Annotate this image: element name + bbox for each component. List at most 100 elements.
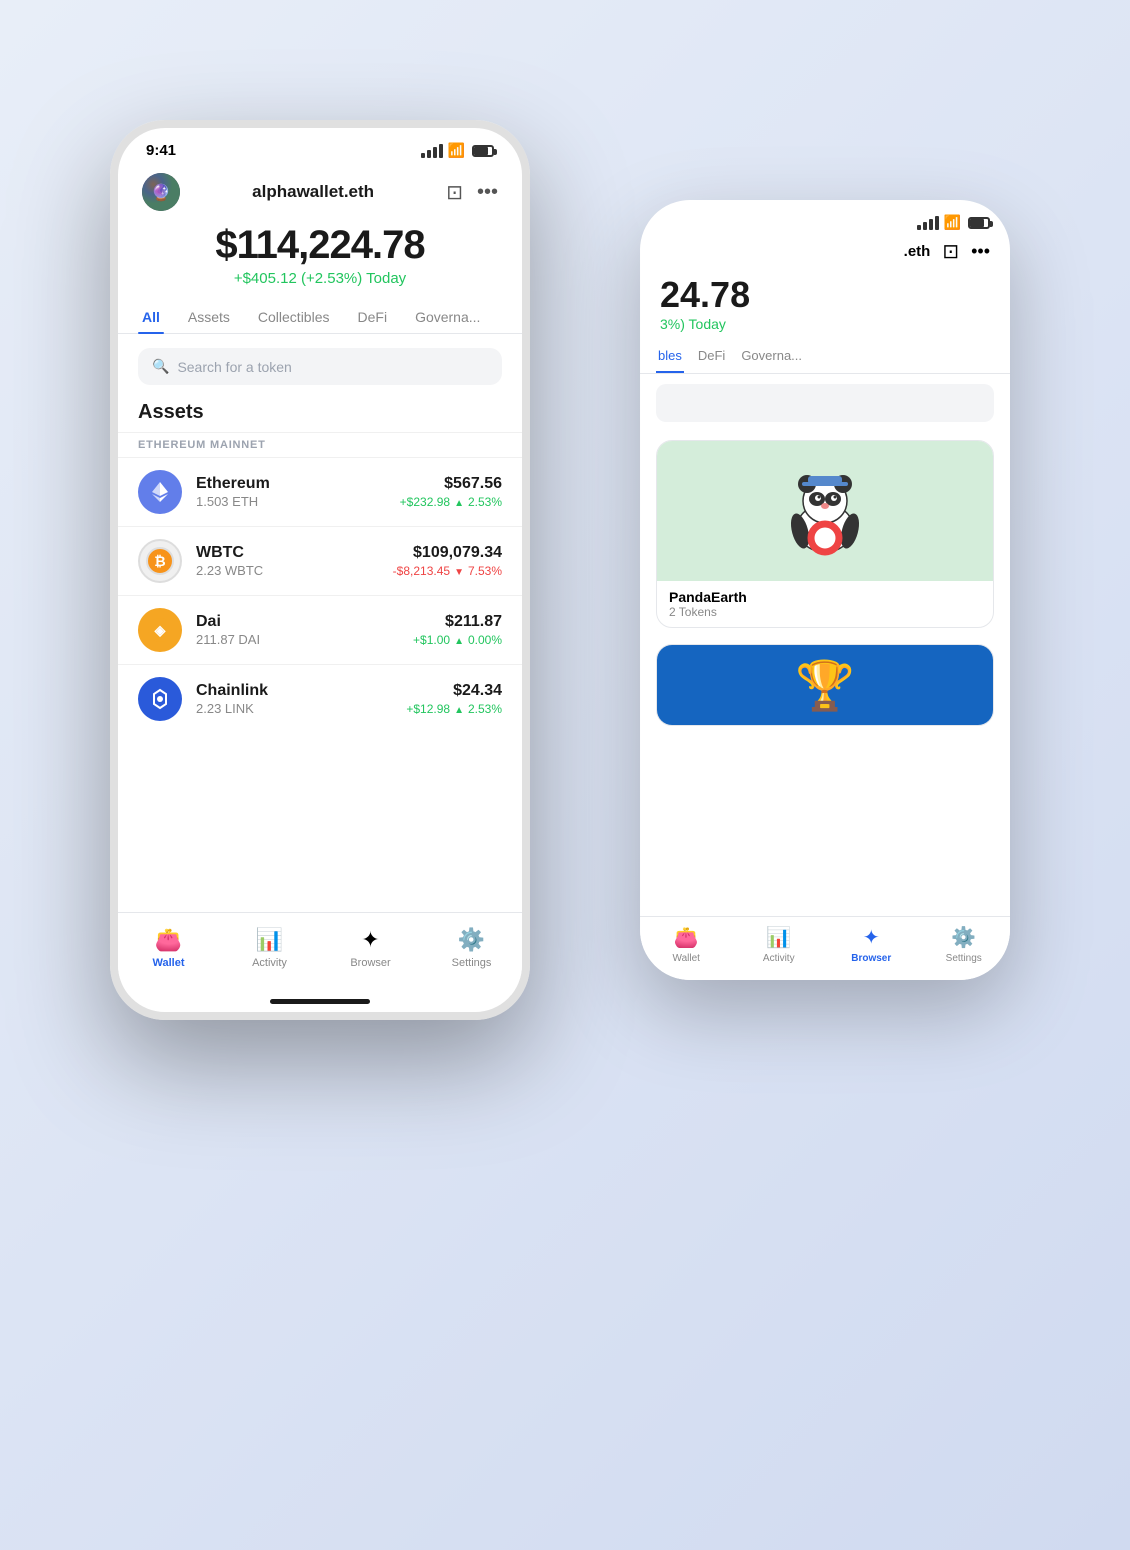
dai-change-pct: 0.00% bbox=[468, 633, 502, 647]
search-placeholder: Search for a token bbox=[177, 359, 291, 375]
nav-browser[interactable]: ✦ Browser bbox=[320, 921, 421, 975]
tab-governance[interactable]: Governa... bbox=[411, 301, 484, 333]
eth-price: $567.56 +$232.98 2.53% bbox=[400, 475, 502, 509]
back-tabs: bles DeFi Governa... bbox=[640, 340, 1010, 374]
activity-nav-label: Activity bbox=[252, 957, 287, 969]
panda-nft-info: PandaEarth 2 Tokens bbox=[657, 581, 993, 627]
eth-arrow-up bbox=[454, 495, 464, 509]
back-more-icon[interactable]: ••• bbox=[971, 241, 990, 262]
token-item-eth[interactable]: Ethereum 1.503 ETH $567.56 +$232.98 2.53… bbox=[118, 457, 522, 526]
link-amount: 2.23 LINK bbox=[196, 701, 406, 716]
back-browser-label: Browser bbox=[851, 953, 891, 964]
dai-logo: ◈ bbox=[147, 617, 173, 643]
main-tabs: All Assets Collectibles DeFi Governa... bbox=[118, 301, 522, 334]
back-tab-defi[interactable]: DeFi bbox=[696, 340, 727, 373]
header-actions: ⊡ ••• bbox=[446, 180, 498, 205]
back-nav-activity[interactable]: 📊 Activity bbox=[733, 925, 826, 964]
dai-info: Dai 211.87 DAI bbox=[196, 613, 413, 647]
signal-icon bbox=[421, 144, 443, 158]
dai-price: $211.87 +$1.00 0.00% bbox=[413, 613, 502, 647]
nav-wallet[interactable]: 👛 Wallet bbox=[118, 921, 219, 975]
back-bottom-nav: 👛 Wallet 📊 Activity ✦ Browser ⚙️ Setting… bbox=[640, 916, 1010, 980]
dai-value: $211.87 bbox=[413, 613, 502, 631]
home-indicator bbox=[270, 999, 370, 1004]
activity-nav-icon: 📊 bbox=[256, 927, 283, 953]
search-icon: 🔍 bbox=[152, 358, 169, 375]
wbtc-change: -$8,213.45 7.53% bbox=[393, 564, 502, 578]
wallet-nav-icon: 👛 bbox=[155, 927, 182, 953]
back-settings-icon: ⚙️ bbox=[951, 925, 976, 950]
wallet-nav-label: Wallet bbox=[153, 957, 185, 969]
dai-amount: 211.87 DAI bbox=[196, 632, 413, 647]
back-wallet-icon: 👛 bbox=[674, 925, 699, 950]
back-nav-browser[interactable]: ✦ Browser bbox=[825, 925, 918, 964]
dai-change: +$1.00 0.00% bbox=[413, 633, 502, 647]
wifi-icon: 📶 bbox=[448, 142, 465, 159]
wbtc-logo: ₿ bbox=[145, 546, 175, 576]
eth-change-amount: +$232.98 bbox=[400, 495, 450, 509]
tab-collectibles[interactable]: Collectibles bbox=[254, 301, 334, 333]
eth-icon bbox=[138, 470, 182, 514]
wbtc-change-pct: 7.53% bbox=[468, 564, 502, 578]
back-status-bar: 📶 bbox=[640, 200, 1010, 235]
dai-icon: ◈ bbox=[138, 608, 182, 652]
back-battery-icon bbox=[968, 217, 990, 229]
eth-change: +$232.98 2.53% bbox=[400, 495, 502, 509]
eth-amount: 1.503 ETH bbox=[196, 494, 400, 509]
more-button[interactable]: ••• bbox=[477, 181, 498, 204]
wbtc-name: WBTC bbox=[196, 544, 393, 562]
back-tab-governance[interactable]: Governa... bbox=[739, 340, 804, 373]
tab-defi[interactable]: DeFi bbox=[354, 301, 392, 333]
back-nav-wallet[interactable]: 👛 Wallet bbox=[640, 925, 733, 964]
wbtc-change-amount: -$8,213.45 bbox=[393, 564, 450, 578]
back-balance-change: 3%) Today bbox=[660, 316, 990, 332]
wallet-name: alphawallet.eth bbox=[252, 182, 374, 202]
chainlink-logo bbox=[147, 686, 173, 712]
tab-assets[interactable]: Assets bbox=[184, 301, 234, 333]
back-wallet-label: Wallet bbox=[673, 953, 700, 964]
back-signal-icon bbox=[917, 216, 939, 230]
link-change: +$12.98 2.53% bbox=[406, 702, 502, 716]
eth-name: Ethereum bbox=[196, 475, 400, 493]
back-activity-label: Activity bbox=[763, 953, 795, 964]
back-qr-icon[interactable]: ⊡ bbox=[942, 239, 959, 264]
token-item-link[interactable]: Chainlink 2.23 LINK $24.34 +$12.98 2.53% bbox=[118, 664, 522, 733]
link-icon bbox=[138, 677, 182, 721]
avatar[interactable]: 🔮 bbox=[142, 173, 180, 211]
link-arrow-up bbox=[454, 702, 464, 716]
link-value: $24.34 bbox=[406, 682, 502, 700]
back-tab-collectibles[interactable]: bles bbox=[656, 340, 684, 373]
nav-activity[interactable]: 📊 Activity bbox=[219, 921, 320, 975]
back-phone: 📶 .eth ⊡ ••• 24.78 3%) Today bles DeFi G… bbox=[640, 200, 1010, 980]
token-item-dai[interactable]: ◈ Dai 211.87 DAI $211.87 +$1.00 0.00% bbox=[118, 595, 522, 664]
token-list: Ethereum 1.503 ETH $567.56 +$232.98 2.53… bbox=[118, 457, 522, 912]
back-browser-icon: ✦ bbox=[863, 925, 880, 950]
search-box[interactable]: 🔍 Search for a token bbox=[138, 348, 502, 385]
balance-section: $114,224.78 +$405.12 (+2.53%) Today bbox=[118, 217, 522, 301]
trophy-nft-image: 🏆 bbox=[657, 645, 993, 725]
wbtc-icon: ₿ bbox=[138, 539, 182, 583]
link-change-amount: +$12.98 bbox=[406, 702, 450, 716]
nft-card-panda[interactable]: PandaEarth 2 Tokens bbox=[656, 440, 994, 628]
back-nav-settings[interactable]: ⚙️ Settings bbox=[918, 925, 1011, 964]
back-search-box[interactable] bbox=[656, 384, 994, 422]
svg-text:🔮: 🔮 bbox=[151, 183, 171, 202]
nav-settings[interactable]: ⚙️ Settings bbox=[421, 921, 522, 975]
panda-nft-image bbox=[657, 441, 993, 581]
back-header: .eth ⊡ ••• bbox=[640, 235, 1010, 268]
battery-icon bbox=[472, 145, 494, 157]
wbtc-amount: 2.23 WBTC bbox=[196, 563, 393, 578]
ethereum-logo bbox=[148, 480, 172, 504]
settings-nav-label: Settings bbox=[452, 957, 492, 969]
wbtc-value: $109,079.34 bbox=[393, 544, 502, 562]
wallet-header: 🔮 alphawallet.eth ⊡ ••• bbox=[118, 165, 522, 217]
front-phone: 9:41 📶 bbox=[110, 120, 530, 1020]
dai-arrow-up bbox=[454, 633, 464, 647]
back-wallet-name: .eth bbox=[904, 243, 931, 260]
nft-card-trophy[interactable]: 🏆 bbox=[656, 644, 994, 726]
eth-change-pct: 2.53% bbox=[468, 495, 502, 509]
tab-all[interactable]: All bbox=[138, 301, 164, 333]
qr-button[interactable]: ⊡ bbox=[446, 180, 463, 205]
assets-section: Assets bbox=[118, 393, 522, 432]
token-item-wbtc[interactable]: ₿ WBTC 2.23 WBTC $109,079.34 -$8,213.45 … bbox=[118, 526, 522, 595]
